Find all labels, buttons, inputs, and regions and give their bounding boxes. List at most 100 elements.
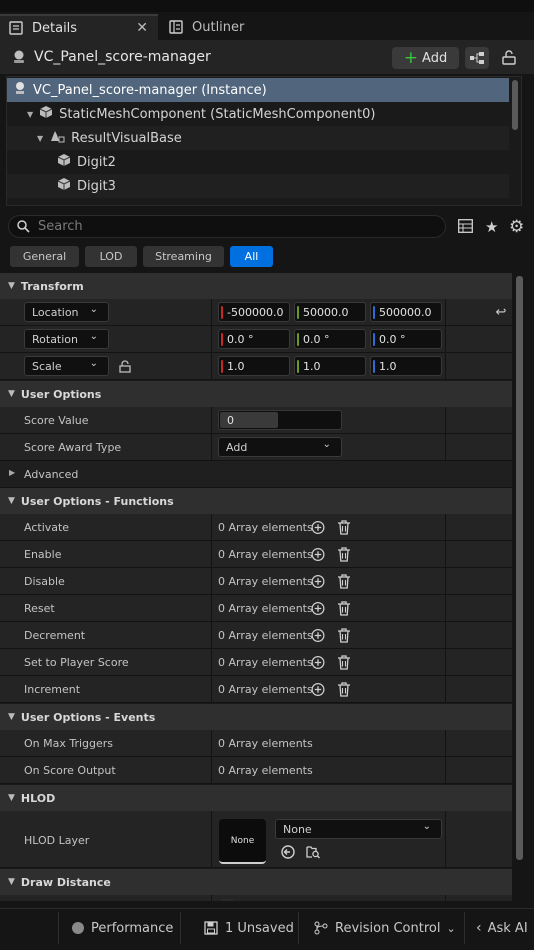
- browse-icon[interactable]: [306, 845, 320, 859]
- tab-outliner[interactable]: Outliner: [160, 14, 280, 40]
- row-function: Disable 0 Array elements: [0, 568, 512, 595]
- tree-item-digit2[interactable]: Digit2: [7, 150, 509, 174]
- chevron-down-icon: ⌄: [446, 921, 456, 935]
- add-element-icon[interactable]: [311, 682, 325, 696]
- tree-item-result-visual[interactable]: ▼ ResultVisualBase: [7, 126, 509, 150]
- row-hlod-layer: HLOD Layer None None ⌄: [0, 811, 512, 868]
- table-view-icon[interactable]: [458, 219, 473, 236]
- section-functions[interactable]: ▼ User Options - Functions: [0, 488, 512, 514]
- location-z-field[interactable]: 500000.0: [370, 302, 442, 322]
- row-rotation: Rotation ⌄ 0.0 ° 0.0 ° 0.0 °: [0, 326, 512, 353]
- scale-x-field[interactable]: 1.0: [218, 356, 290, 376]
- location-y-field[interactable]: 50000.0: [294, 302, 366, 322]
- unsaved-button[interactable]: 1 Unsaved: [204, 918, 294, 938]
- lock-icon[interactable]: [502, 50, 516, 68]
- section-title: User Options - Functions: [20, 494, 174, 508]
- reset-arrow-icon[interactable]: ↩: [494, 305, 508, 320]
- location-x-field[interactable]: -500000.0: [218, 302, 290, 322]
- blueprint-button[interactable]: [465, 47, 489, 69]
- filter-all[interactable]: All: [230, 246, 273, 267]
- score-value-field[interactable]: 0: [218, 410, 342, 430]
- trash-icon[interactable]: [337, 681, 351, 697]
- tree-item-digit3[interactable]: Digit3: [7, 174, 509, 198]
- collapse-arrow-icon: ▼: [8, 793, 15, 803]
- star-icon[interactable]: ★: [485, 218, 498, 236]
- tree-item-static-mesh[interactable]: ▼ StaticMeshComponent (StaticMeshCompone…: [7, 102, 509, 126]
- trash-icon[interactable]: [337, 546, 351, 562]
- filter-lod[interactable]: LOD: [85, 246, 137, 267]
- section-draw-distance[interactable]: ▼ Draw Distance: [0, 869, 512, 895]
- rotation-mode-dropdown[interactable]: Rotation ⌄: [24, 329, 109, 349]
- collapse-arrow-icon[interactable]: ▼: [37, 134, 43, 143]
- trash-icon[interactable]: [337, 600, 351, 616]
- scale-y-field[interactable]: 1.0: [294, 356, 366, 376]
- mesh-cube-icon: [57, 177, 71, 195]
- function-label: Reset: [24, 602, 55, 615]
- filter-general[interactable]: General: [10, 246, 79, 267]
- score-value-label: Score Value: [24, 414, 89, 427]
- location-z: 500000.0: [379, 305, 432, 319]
- row-advanced[interactable]: ▶ Advanced: [0, 461, 512, 488]
- score-award-type-label: Score Award Type: [24, 441, 122, 454]
- function-value: 0 Array elements: [218, 575, 313, 588]
- trash-icon[interactable]: [337, 627, 351, 643]
- plus-icon: +: [403, 47, 419, 68]
- asset-thumbnail-label: None: [230, 835, 255, 846]
- performance-button[interactable]: Performance: [72, 918, 173, 938]
- row-score-award-type: Score Award Type Add ⌄: [0, 434, 512, 461]
- scene-component-icon: [49, 129, 65, 147]
- close-icon[interactable]: ✕: [136, 20, 148, 36]
- collapse-arrow-icon: ▼: [8, 281, 15, 291]
- trash-icon[interactable]: [337, 654, 351, 670]
- revision-control-button[interactable]: Revision Control ⌄: [314, 918, 456, 938]
- trash-icon[interactable]: [337, 519, 351, 535]
- function-value: 0 Array elements: [218, 656, 313, 669]
- add-element-icon[interactable]: [311, 574, 325, 588]
- tree-item-root[interactable]: VC_Panel_score-manager (Instance): [7, 78, 509, 102]
- actor-icon: [13, 81, 27, 99]
- scale-z-field[interactable]: 1.0: [370, 356, 442, 376]
- revision-control-label: Revision Control: [335, 920, 441, 936]
- rotation-z-field[interactable]: 0.0 °: [370, 329, 442, 349]
- collapse-arrow-icon[interactable]: ▼: [27, 110, 33, 119]
- ask-ai-label: Ask AI: [487, 920, 528, 936]
- filter-streaming[interactable]: Streaming: [143, 246, 224, 267]
- score-value: 0: [227, 413, 234, 427]
- properties-scrollbar[interactable]: [516, 276, 523, 860]
- add-element-icon[interactable]: [311, 655, 325, 669]
- section-user-options[interactable]: ▼ User Options: [0, 381, 512, 407]
- add-element-icon[interactable]: [311, 520, 325, 534]
- add-element-icon[interactable]: [311, 601, 325, 615]
- search-input[interactable]: Search: [8, 215, 446, 238]
- add-component-button[interactable]: + Add: [392, 47, 459, 69]
- scale-mode-dropdown[interactable]: Scale ⌄: [24, 356, 109, 376]
- advanced-label: Advanced: [24, 468, 79, 481]
- tab-details[interactable]: Details ✕: [0, 14, 158, 40]
- lock-icon[interactable]: [118, 359, 132, 373]
- outliner-icon: [168, 19, 184, 35]
- location-mode-dropdown[interactable]: Location ⌄: [24, 302, 109, 322]
- asset-thumbnail[interactable]: None: [219, 819, 266, 864]
- rotation-y-field[interactable]: 0.0 °: [294, 329, 366, 349]
- gear-icon[interactable]: ⚙: [509, 217, 524, 237]
- row-on-max-triggers: On Max Triggers 0 Array elements: [0, 730, 512, 757]
- section-transform[interactable]: ▼ Transform: [0, 273, 512, 299]
- hlod-layer-dropdown[interactable]: None ⌄: [275, 819, 442, 839]
- function-label: Increment: [24, 683, 81, 696]
- row-function: Activate 0 Array elements: [0, 514, 512, 541]
- mesh-cube-icon: [39, 105, 53, 123]
- use-selected-icon[interactable]: [281, 845, 295, 859]
- collapse-arrow-icon: ▼: [8, 496, 15, 506]
- score-award-type-dropdown[interactable]: Add ⌄: [218, 437, 342, 457]
- hlod-layer-value: None: [283, 822, 312, 836]
- add-element-icon[interactable]: [311, 547, 325, 561]
- location-label: Location: [32, 305, 79, 319]
- section-hlod[interactable]: ▼ HLOD: [0, 785, 512, 811]
- collapse-arrow-icon: ▼: [8, 712, 15, 722]
- ask-ai-button[interactable]: ‹ Ask AI: [476, 918, 528, 938]
- tree-scrollbar[interactable]: [512, 80, 518, 130]
- section-events[interactable]: ▼ User Options - Events: [0, 704, 512, 730]
- rotation-x-field[interactable]: 0.0 °: [218, 329, 290, 349]
- trash-icon[interactable]: [337, 573, 351, 589]
- add-element-icon[interactable]: [311, 628, 325, 642]
